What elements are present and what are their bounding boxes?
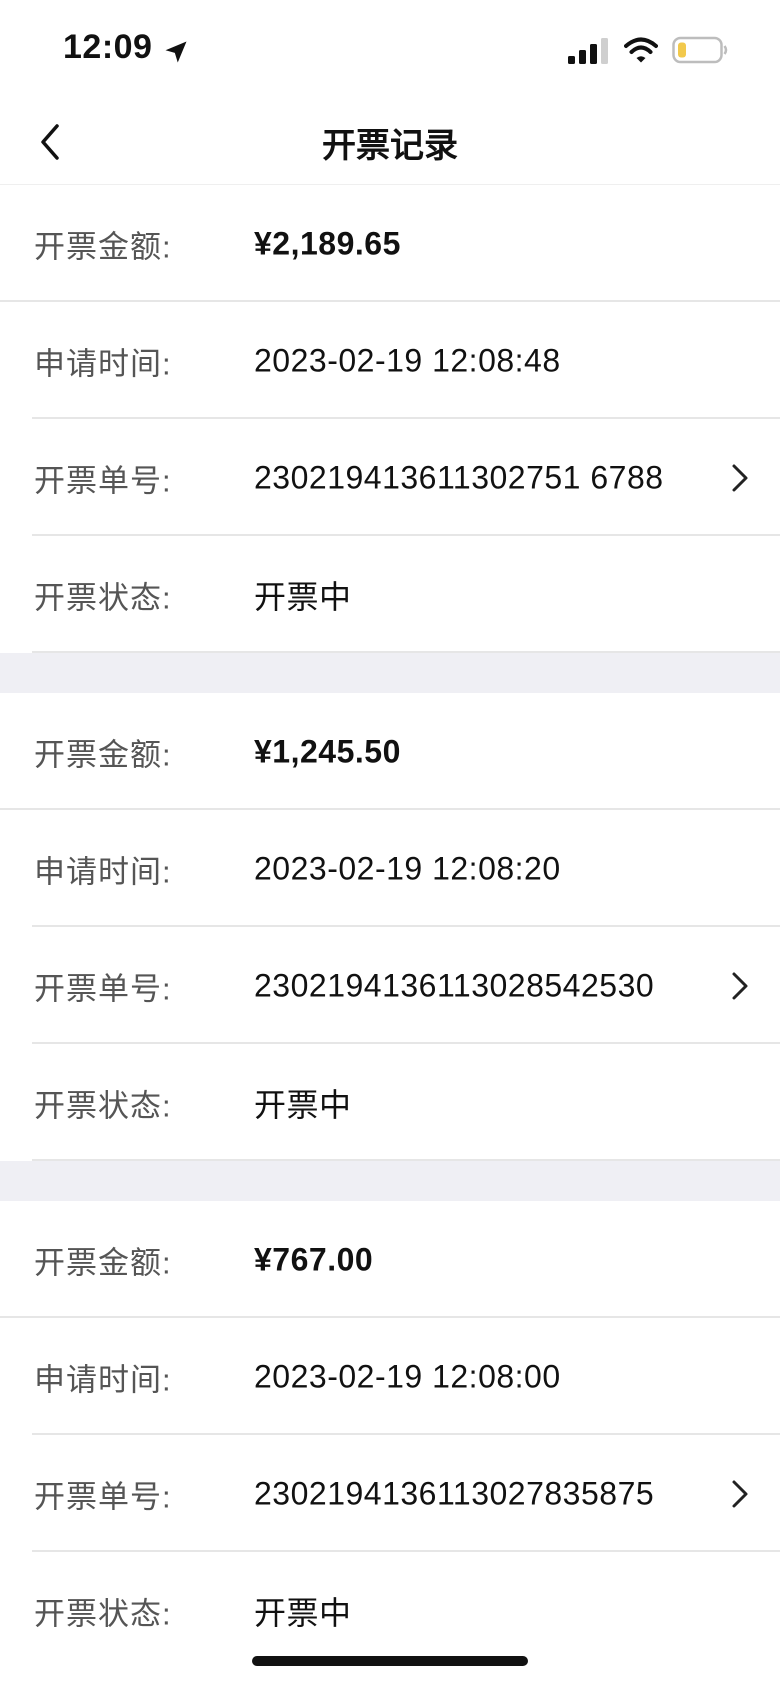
battery-low-icon (672, 36, 728, 64)
time-row: 申请时间: 2023-02-19 12:08:48 (0, 302, 780, 419)
invoice-record: 开票金额: ¥2,189.65 申请时间: 2023-02-19 12:08:4… (0, 185, 780, 653)
time-row: 申请时间: 2023-02-19 12:08:20 (0, 810, 780, 927)
chevron-right-icon[interactable] (728, 462, 752, 494)
invoice-record: 开票金额: ¥1,245.50 申请时间: 2023-02-19 12:08:2… (0, 693, 780, 1161)
time-row: 申请时间: 2023-02-19 12:08:00 (0, 1318, 780, 1435)
status-value: 开票中 (254, 1086, 352, 1123)
status-row: 开票状态: 开票中 (0, 1552, 780, 1669)
invoice-number-label: 开票单号: (34, 971, 172, 1006)
amount-row: 开票金额: ¥767.00 (0, 1201, 780, 1318)
home-indicator[interactable] (252, 1656, 528, 1666)
time-label: 申请时间: (34, 854, 172, 889)
status-bar: 12:09 (0, 0, 780, 100)
amount-label: 开票金额: (34, 229, 172, 264)
amount-label: 开票金额: (34, 1245, 172, 1280)
amount-row: 开票金额: ¥1,245.50 (0, 693, 780, 810)
wifi-icon (624, 37, 658, 63)
amount-label: 开票金额: (34, 737, 172, 772)
chevron-right-icon[interactable] (728, 1478, 752, 1510)
section-gap (0, 653, 780, 693)
invoice-number-value: 230219413611302751 6788 (254, 459, 664, 495)
status-value: 开票中 (254, 578, 352, 615)
invoice-record-list: 开票金额: ¥2,189.65 申请时间: 2023-02-19 12:08:4… (0, 185, 780, 1669)
invoice-record: 开票金额: ¥767.00 申请时间: 2023-02-19 12:08:00 … (0, 1201, 780, 1669)
amount-value: ¥767.00 (254, 1241, 374, 1277)
row-divider (32, 651, 780, 653)
location-arrow-icon (165, 41, 187, 63)
time-label: 申请时间: (34, 346, 172, 381)
page-title: 开票记录 (322, 127, 458, 165)
status-label: 开票状态: (34, 1088, 172, 1123)
status-time: 12:09 (63, 28, 153, 66)
invoice-number-label: 开票单号: (34, 463, 172, 498)
time-value: 2023-02-19 12:08:20 (254, 850, 561, 886)
amount-value: ¥1,245.50 (254, 733, 401, 769)
navigation-bar: 开票记录 (0, 100, 780, 185)
invoice-number-value: 2302194136113027835875 (254, 1475, 655, 1511)
amount-value: ¥2,189.65 (254, 225, 401, 261)
chevron-right-icon[interactable] (728, 970, 752, 1002)
invoice-number-label: 开票单号: (34, 1479, 172, 1514)
status-label: 开票状态: (34, 1596, 172, 1631)
cellular-signal-icon (568, 38, 608, 64)
invoice-number-row[interactable]: 开票单号: 230219413611302751 6788 (0, 419, 780, 536)
status-value: 开票中 (254, 1594, 352, 1631)
invoice-number-row[interactable]: 开票单号: 2302194136113027835875 (0, 1435, 780, 1552)
status-row: 开票状态: 开票中 (0, 1044, 780, 1161)
status-row: 开票状态: 开票中 (0, 536, 780, 653)
invoice-number-row[interactable]: 开票单号: 2302194136113028542530 (0, 927, 780, 1044)
time-value: 2023-02-19 12:08:48 (254, 342, 561, 378)
row-divider (32, 1159, 780, 1161)
status-label: 开票状态: (34, 580, 172, 615)
amount-row: 开票金额: ¥2,189.65 (0, 185, 780, 302)
section-gap (0, 1161, 780, 1201)
time-label: 申请时间: (34, 1362, 172, 1397)
time-value: 2023-02-19 12:08:00 (254, 1358, 561, 1394)
invoice-number-value: 2302194136113028542530 (254, 967, 655, 1003)
